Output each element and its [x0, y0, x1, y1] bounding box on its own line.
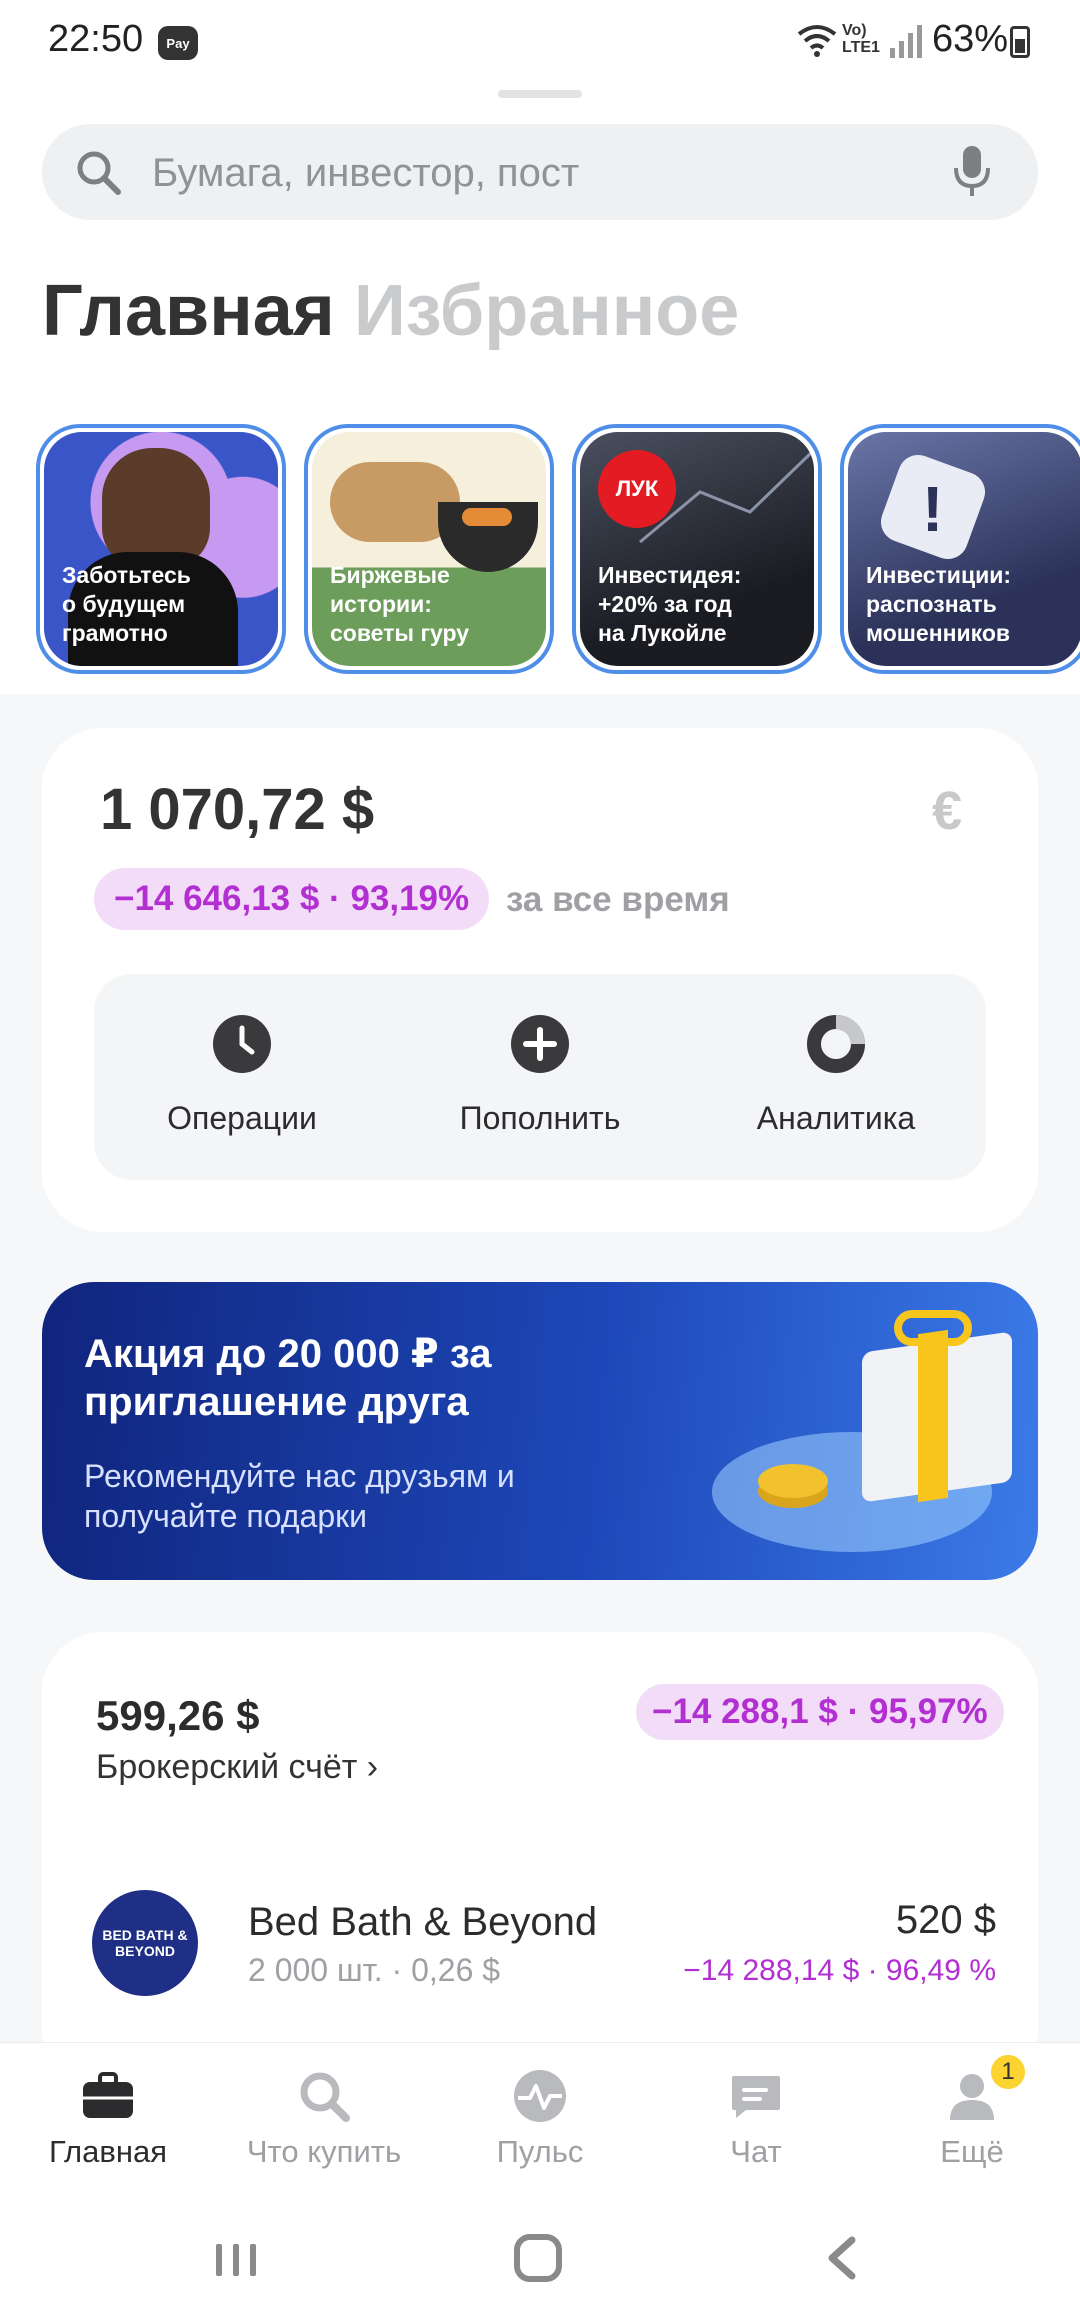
story-text: Биржевые истории: советы гуру	[330, 562, 470, 646]
broker-account-link[interactable]: Брокерский счёт ›	[96, 1748, 378, 1787]
story-card-exchange-stories[interactable]: Биржевые истории: советы гуру	[304, 424, 554, 674]
story-card-fraud[interactable]: ! Инвестиции: распознать мошенников	[840, 424, 1080, 674]
operations-button[interactable]: Операции	[132, 1010, 352, 1160]
nav-home[interactable]: Главная	[0, 2062, 216, 2182]
position-change: −14 288,14 $ · 96,49 %	[683, 1954, 996, 1987]
currency-switch-icon[interactable]: €	[932, 780, 962, 842]
nav-pulse-label: Пульс	[496, 2134, 584, 2169]
pay-badge-icon: Pay	[158, 26, 198, 60]
battery-icon	[1010, 26, 1030, 58]
bbby-logo-text: BED BATH & BEYOND	[102, 1927, 188, 1959]
recent-apps-icon[interactable]	[214, 2240, 258, 2280]
nav-more-label: Ещё	[940, 2134, 1004, 2169]
analytics-button[interactable]: Аналитика	[726, 1010, 946, 1160]
plus-circle-icon	[511, 1015, 569, 1073]
warning-icon: !	[922, 473, 944, 545]
top-up-button[interactable]: Пополнить	[430, 1010, 650, 1160]
story-card-future[interactable]: Заботьтесь о будущем грамотно	[36, 424, 286, 674]
position-quantity: 2 000 шт. · 0,26 $	[248, 1952, 501, 1988]
portfolio-total: 1 070,72 $	[100, 777, 375, 842]
lukoil-logo-icon: ЛУК	[598, 450, 676, 528]
wifi-icon	[797, 25, 837, 57]
search-icon	[300, 2072, 350, 2122]
clock-icon	[213, 1015, 271, 1073]
period-label[interactable]: за все время	[506, 880, 730, 920]
promo-text: Рекомендуйте нас друзьям и получайте под…	[84, 1458, 515, 1534]
search-icon	[77, 151, 121, 195]
signal-icon	[890, 25, 922, 58]
nav-more[interactable]: Ещё	[864, 2062, 1080, 2182]
drag-handle[interactable]	[498, 90, 582, 98]
microphone-icon[interactable]	[952, 144, 992, 198]
position-name[interactable]: Bed Bath & Beyond	[248, 1900, 597, 1945]
tab-main[interactable]: Главная	[42, 270, 335, 352]
position-value: 520 $	[895, 1898, 996, 1942]
nav-pulse[interactable]: Пульс	[432, 2062, 648, 2182]
nav-what-to-buy[interactable]: Что купить	[216, 2062, 432, 2182]
portfolio-change-badge: −14 646,13 $ · 93,19%	[94, 868, 490, 930]
story-text: Заботьтесь о будущем грамотно	[62, 562, 191, 646]
bbby-logo-icon: BED BATH & BEYOND	[92, 1890, 198, 1996]
home-button-icon[interactable]	[514, 2234, 562, 2282]
chat-icon	[732, 2076, 780, 2118]
nav-home-label: Главная	[49, 2134, 167, 2169]
battery-level: 63%	[932, 18, 1009, 60]
story-text: Инвестиции: распознать мошенников	[866, 562, 1012, 646]
story-card-lukoil[interactable]: ЛУК Инвестидея: +20% за год на Лукойле	[572, 424, 822, 674]
donut-chart-icon	[807, 1015, 865, 1073]
broker-change-badge: −14 288,1 $ · 95,97%	[636, 1684, 1004, 1740]
top-up-label: Пополнить	[459, 1100, 621, 1136]
analytics-label: Аналитика	[756, 1100, 916, 1136]
briefcase-icon	[83, 2072, 133, 2118]
nav-what-to-buy-label: Что купить	[246, 2134, 402, 2169]
promo-title: Акция до 20 000 ₽ за приглашение друга	[84, 1332, 492, 1424]
tab-favorites[interactable]: Избранное	[354, 270, 739, 352]
status-time: 22:50	[48, 18, 144, 60]
nav-chat[interactable]: Чат	[648, 2062, 864, 2182]
back-icon[interactable]	[824, 2236, 860, 2280]
pulse-icon	[514, 2070, 566, 2122]
broker-value: 599,26 $	[96, 1692, 260, 1739]
story-text: Инвестидея: +20% за год на Лукойле	[598, 562, 742, 646]
nav-chat-label: Чат	[730, 2134, 782, 2169]
search-input[interactable]: Бумага, инвестор, пост	[152, 150, 579, 196]
volte-indicator: Vo) LTE1	[842, 22, 880, 56]
operations-label: Операции	[167, 1100, 317, 1136]
notification-badge: 1	[988, 2052, 1028, 2092]
coins-icon	[758, 1464, 828, 1498]
